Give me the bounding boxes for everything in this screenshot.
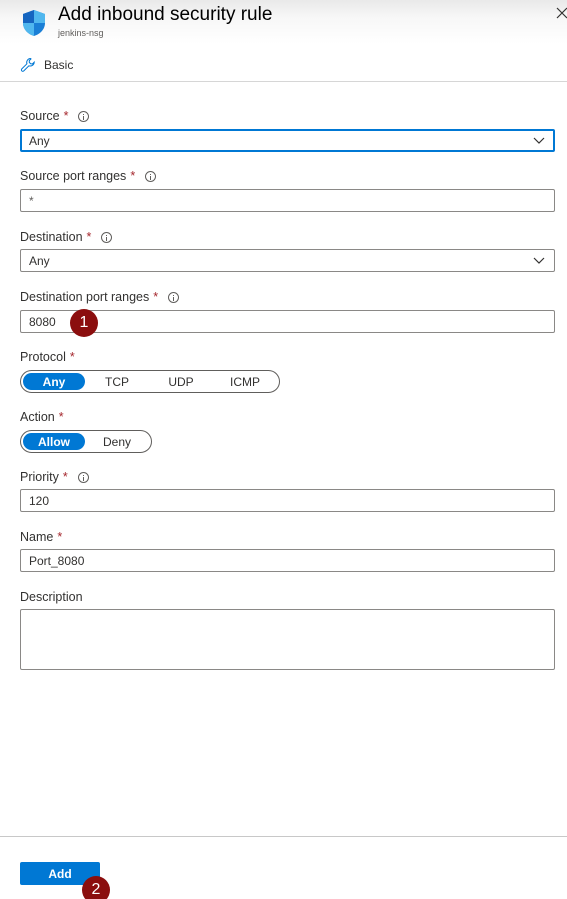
chevron-down-icon xyxy=(533,257,545,264)
page-title: Add inbound security rule xyxy=(58,4,273,25)
close-icon[interactable] xyxy=(555,6,567,20)
basic-mode-label: Basic xyxy=(44,58,74,72)
protocol-toggle: Any TCP UDP ICMP xyxy=(20,370,280,393)
priority-label-text: Priority xyxy=(20,470,59,484)
destination-value: Any xyxy=(29,253,50,268)
source-value: Any xyxy=(29,133,50,148)
description-textarea[interactable] xyxy=(20,609,555,670)
source-port-ranges-input[interactable]: * xyxy=(20,189,555,212)
action-option-deny[interactable]: Deny xyxy=(85,433,149,450)
required-marker: * xyxy=(63,109,69,123)
priority-label: Priority * xyxy=(20,470,89,484)
required-marker: * xyxy=(69,350,75,364)
info-icon[interactable] xyxy=(78,110,90,122)
required-marker: * xyxy=(130,169,136,183)
action-option-allow[interactable]: Allow xyxy=(23,433,85,450)
required-marker: * xyxy=(57,530,63,544)
destination-dropdown[interactable]: Any xyxy=(20,249,555,272)
action-toggle: Allow Deny xyxy=(20,430,152,453)
shield-icon xyxy=(23,10,45,36)
priority-value: 120 xyxy=(29,493,50,508)
info-icon[interactable] xyxy=(168,291,180,303)
protocol-option-any[interactable]: Any xyxy=(23,373,85,390)
required-marker: * xyxy=(62,470,68,484)
name-label-text: Name xyxy=(20,530,54,544)
protocol-label-text: Protocol xyxy=(20,350,66,364)
annotation-badge-1: 1 xyxy=(70,309,98,337)
source-label-text: Source xyxy=(20,109,60,123)
priority-input[interactable]: 120 xyxy=(20,489,555,512)
destination-port-ranges-label: Destination port ranges * xyxy=(20,290,180,304)
source-port-ranges-label-text: Source port ranges xyxy=(20,169,127,183)
description-label-text: Description xyxy=(20,590,83,604)
page-subtitle: jenkins-nsg xyxy=(58,28,104,38)
source-dropdown[interactable]: Any xyxy=(20,129,555,152)
destination-label: Destination * xyxy=(20,230,113,244)
source-port-ranges-value: * xyxy=(29,193,34,208)
chevron-down-icon xyxy=(533,137,545,144)
required-marker: * xyxy=(86,230,92,244)
destination-port-ranges-input[interactable]: 8080 xyxy=(20,310,555,333)
basic-mode-link[interactable]: Basic xyxy=(20,56,73,74)
protocol-option-icmp[interactable]: ICMP xyxy=(213,373,277,390)
blade-header: Add inbound security rule jenkins-nsg xyxy=(0,0,567,44)
required-marker: * xyxy=(58,410,64,424)
protocol-label: Protocol * xyxy=(20,350,75,364)
destination-label-text: Destination xyxy=(20,230,83,244)
info-icon[interactable] xyxy=(101,231,113,243)
info-icon[interactable] xyxy=(77,471,89,483)
name-input[interactable]: Port_8080 xyxy=(20,549,555,572)
divider xyxy=(0,81,567,82)
action-label: Action * xyxy=(20,410,64,424)
name-value: Port_8080 xyxy=(29,553,85,568)
source-label: Source * xyxy=(20,109,90,123)
action-label-text: Action xyxy=(20,410,55,424)
annotation-badge-2: 2 xyxy=(82,876,110,899)
protocol-option-udp[interactable]: UDP xyxy=(149,373,213,390)
protocol-option-tcp[interactable]: TCP xyxy=(85,373,149,390)
required-marker: * xyxy=(153,290,159,304)
destination-port-ranges-label-text: Destination port ranges xyxy=(20,290,150,304)
source-port-ranges-label: Source port ranges * xyxy=(20,169,157,183)
destination-port-ranges-value: 8080 xyxy=(29,314,56,329)
wrench-icon xyxy=(20,57,35,72)
info-icon[interactable] xyxy=(145,170,157,182)
footer-divider xyxy=(0,836,567,837)
name-label: Name * xyxy=(20,530,62,544)
description-label: Description xyxy=(20,590,83,604)
